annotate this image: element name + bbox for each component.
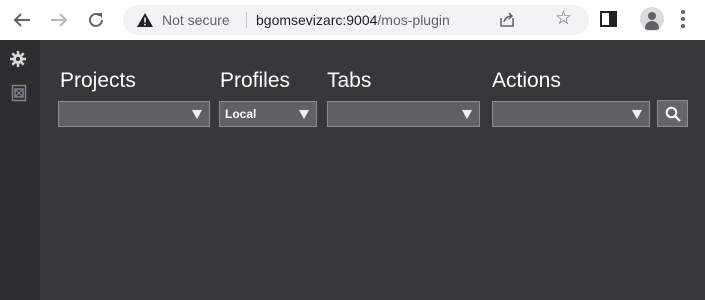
actions-select[interactable]	[492, 101, 650, 127]
url-path: /mos-plugin	[377, 12, 450, 28]
search-button[interactable]	[657, 100, 688, 127]
caret-down-icon	[462, 110, 472, 119]
gear-icon[interactable]	[9, 50, 27, 68]
projects-select[interactable]	[58, 101, 210, 127]
arrow-right-icon	[51, 13, 68, 27]
side-panel-icon[interactable]	[600, 11, 617, 27]
url-text[interactable]: bgomsevizarc:9004/mos-plugin	[256, 12, 450, 28]
tabs-label: Tabs	[327, 69, 372, 92]
browser-toolbar: Not secure bgomsevizarc:9004/mos-plugin …	[0, 0, 705, 40]
address-bar[interactable]: Not secure bgomsevizarc:9004/mos-plugin …	[123, 5, 589, 35]
actions-label: Actions	[492, 69, 561, 92]
caret-down-icon	[632, 110, 642, 119]
omnibox-divider	[246, 12, 247, 28]
projects-label: Projects	[60, 69, 136, 92]
arrow-left-icon	[13, 13, 30, 27]
forward-button[interactable]	[47, 8, 71, 32]
kebab-menu-icon[interactable]	[681, 10, 685, 28]
security-status[interactable]: Not secure	[162, 12, 230, 28]
profile-avatar-icon[interactable]	[640, 7, 664, 31]
bookmark-star-icon[interactable]: ☆	[555, 9, 572, 29]
profiles-select[interactable]: Local	[219, 101, 317, 127]
caret-down-icon	[299, 110, 309, 119]
tabs-select[interactable]	[327, 101, 480, 127]
back-button[interactable]	[10, 8, 34, 32]
url-host: bgomsevizarc:9004	[256, 12, 378, 28]
gear-glyph	[10, 51, 26, 67]
share-icon[interactable]	[499, 12, 515, 28]
reload-button[interactable]	[84, 8, 108, 32]
reload-icon	[89, 12, 103, 27]
search-icon	[665, 106, 681, 122]
app-sidebar	[0, 40, 40, 300]
avatar-body	[645, 21, 659, 30]
main-panel: Projects Profiles Tabs Actions Local	[40, 40, 705, 300]
profiles-select-value: Local	[225, 107, 257, 121]
profiles-label: Profiles	[220, 69, 291, 92]
avatar-head	[648, 12, 656, 20]
plugin-frame-icon[interactable]	[11, 84, 27, 102]
caret-down-icon	[192, 110, 202, 119]
warning-icon	[137, 13, 153, 27]
